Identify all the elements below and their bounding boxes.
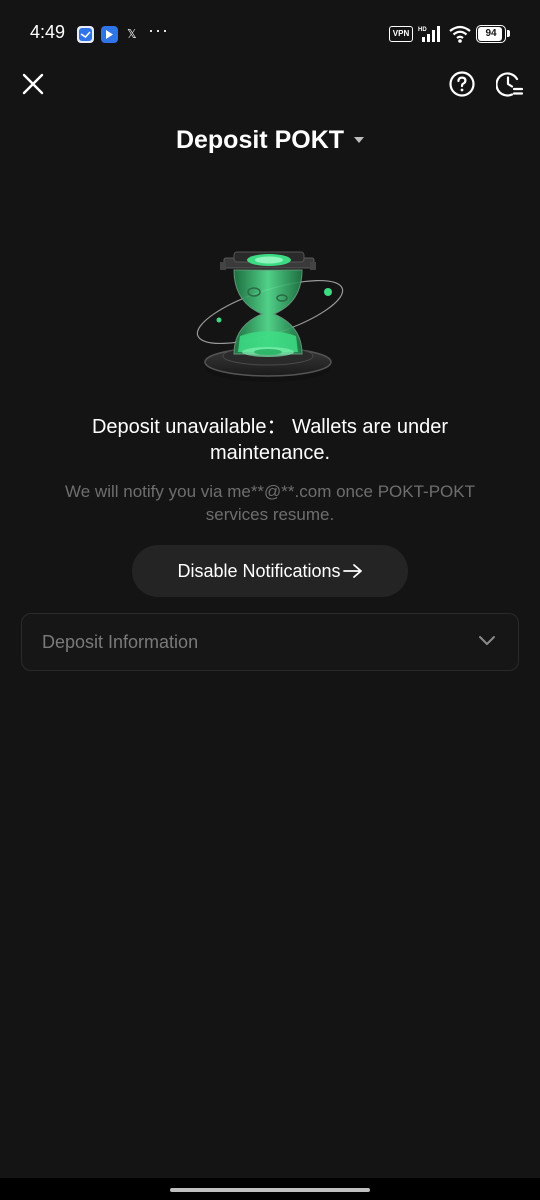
more-notifications-icon: ···	[148, 20, 169, 40]
close-icon	[22, 73, 44, 95]
bluesky-app-icon	[101, 26, 118, 43]
page-title: Deposit POKT	[175, 126, 345, 154]
disable-notifications-button[interactable]: Disable Notifications	[132, 545, 408, 597]
notification-subtext: We will notify you via me**@**.com once …	[65, 482, 475, 524]
disable-notifications-label: Disable Notifications	[177, 560, 341, 581]
x-app-icon: 𝕏	[127, 27, 137, 41]
help-circle-icon	[449, 71, 475, 97]
status-bar: 4:49 𝕏 ··· VPN HD 94	[0, 0, 540, 70]
deposit-information-accordion[interactable]: Deposit Information	[21, 613, 519, 671]
deposit-information-label: Deposit Information	[42, 632, 199, 652]
wifi-icon	[448, 25, 472, 48]
home-indicator[interactable]	[170, 1188, 370, 1192]
signal-icon: HD	[418, 25, 444, 48]
chevron-down-icon	[478, 634, 496, 652]
status-time: 4:49	[30, 22, 66, 42]
battery-indicator: 94	[476, 25, 506, 43]
help-button[interactable]	[444, 66, 480, 102]
close-button[interactable]	[15, 66, 51, 102]
caret-down-icon	[354, 136, 365, 143]
history-button[interactable]	[492, 66, 528, 102]
network-hd-label: HD	[418, 27, 427, 33]
maintenance-hourglass-illustration	[190, 240, 350, 390]
vpn-badge: VPN	[389, 26, 413, 42]
asset-selector[interactable]: Deposit POKT	[0, 126, 540, 155]
status-headline: Deposit unavailable： Wallets are under m…	[91, 416, 449, 464]
navigation-bar	[0, 1178, 540, 1200]
mail-app-icon	[77, 26, 94, 43]
battery-level: 94	[485, 28, 497, 39]
arrow-right-icon	[342, 563, 363, 579]
history-clock-icon	[496, 72, 524, 97]
